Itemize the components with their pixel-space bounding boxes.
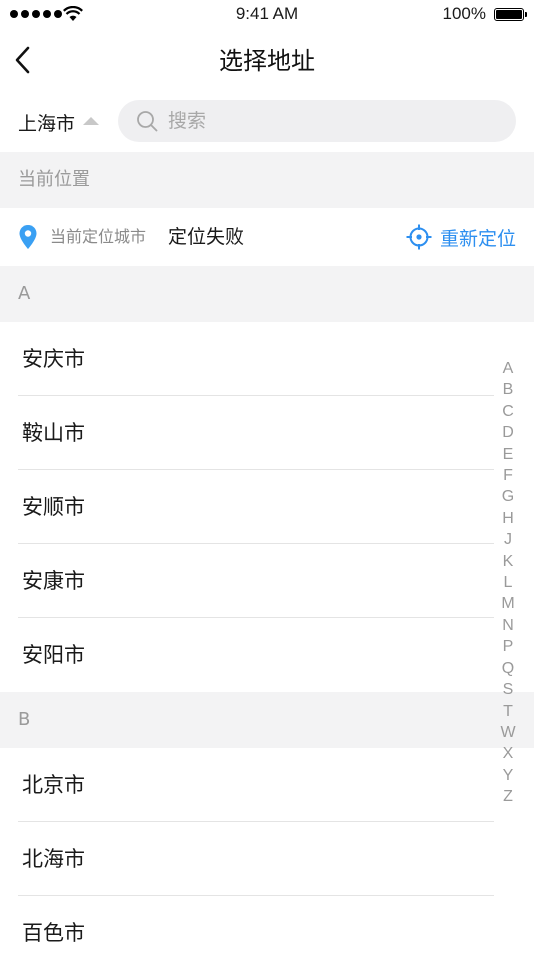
city-name: 百色市 (22, 921, 85, 945)
relocate-label: 重新定位 (439, 227, 516, 250)
caret-up-icon (83, 117, 100, 125)
alphabet-index[interactable]: ABCDEFGHJKLMNPQSTWXYZ (500, 358, 516, 808)
search-icon (137, 111, 158, 132)
section-header-b: B (0, 692, 534, 748)
index-letter-e[interactable]: E (503, 444, 514, 465)
location-pin-icon (19, 225, 37, 249)
index-letter-s[interactable]: S (503, 679, 514, 700)
city-selector-label: 上海市 (18, 112, 76, 135)
search-box[interactable] (118, 100, 516, 142)
city-row[interactable]: 安阳市 (0, 618, 534, 692)
battery-percent: 100% (442, 4, 486, 23)
back-button[interactable] (10, 44, 34, 76)
city-row[interactable]: 安顺市 (0, 470, 534, 544)
current-location-label: 当前定位城市 (50, 227, 147, 246)
city-selector[interactable]: 上海市 (18, 102, 100, 142)
search-input[interactable] (166, 109, 490, 133)
index-letter-z[interactable]: Z (503, 786, 513, 807)
battery-icon (494, 8, 527, 21)
city-row[interactable]: 安康市 (0, 544, 534, 618)
city-row[interactable]: 百色市 (0, 896, 534, 970)
city-name: 安阳市 (22, 643, 85, 667)
index-letter-n[interactable]: N (502, 615, 514, 636)
search-row: 上海市 (0, 92, 534, 152)
index-letter-m[interactable]: M (501, 593, 514, 614)
relocate-button[interactable]: 重新定位 (406, 208, 516, 266)
index-letter-c[interactable]: C (502, 401, 514, 422)
index-letter-y[interactable]: Y (503, 765, 514, 786)
status-bar: 9:41 AM 100% (0, 0, 534, 30)
city-row[interactable]: 安庆市 (0, 322, 534, 396)
index-letter-h[interactable]: H (502, 508, 514, 529)
index-letter-a[interactable]: A (503, 358, 514, 379)
index-letter-f[interactable]: F (503, 465, 513, 486)
chevron-left-icon (15, 46, 30, 74)
index-letter-t[interactable]: T (503, 701, 513, 722)
index-letter-j[interactable]: J (504, 529, 512, 550)
index-letter-b[interactable]: B (503, 379, 514, 400)
current-location-value: 定位失败 (168, 226, 245, 248)
index-letter-x[interactable]: X (503, 743, 514, 764)
index-letter-w[interactable]: W (500, 722, 515, 743)
crosshair-icon (406, 224, 432, 250)
city-row[interactable]: 北海市 (0, 822, 534, 896)
city-name: 安顺市 (22, 495, 85, 519)
city-row[interactable]: 北京市 (0, 748, 534, 822)
city-name: 北海市 (22, 847, 85, 871)
city-name: 安庆市 (22, 347, 85, 371)
index-letter-q[interactable]: Q (502, 658, 514, 679)
page-title: 选择地址 (219, 47, 315, 75)
city-row[interactable]: 鞍山市 (0, 396, 534, 470)
index-letter-l[interactable]: L (504, 572, 513, 593)
city-name: 鞍山市 (22, 421, 85, 445)
city-name: 安康市 (22, 569, 85, 593)
section-header-current-location: 当前位置 (0, 152, 534, 208)
city-name: 北京市 (22, 773, 85, 797)
section-header-a: A (0, 266, 534, 322)
index-letter-d[interactable]: D (502, 422, 514, 443)
nav-bar: 选择地址 (0, 30, 534, 92)
current-location-row: 当前定位城市 定位失败 重新定位 (0, 208, 534, 266)
index-letter-k[interactable]: K (503, 551, 514, 572)
index-letter-g[interactable]: G (502, 486, 514, 507)
index-letter-p[interactable]: P (503, 636, 514, 657)
